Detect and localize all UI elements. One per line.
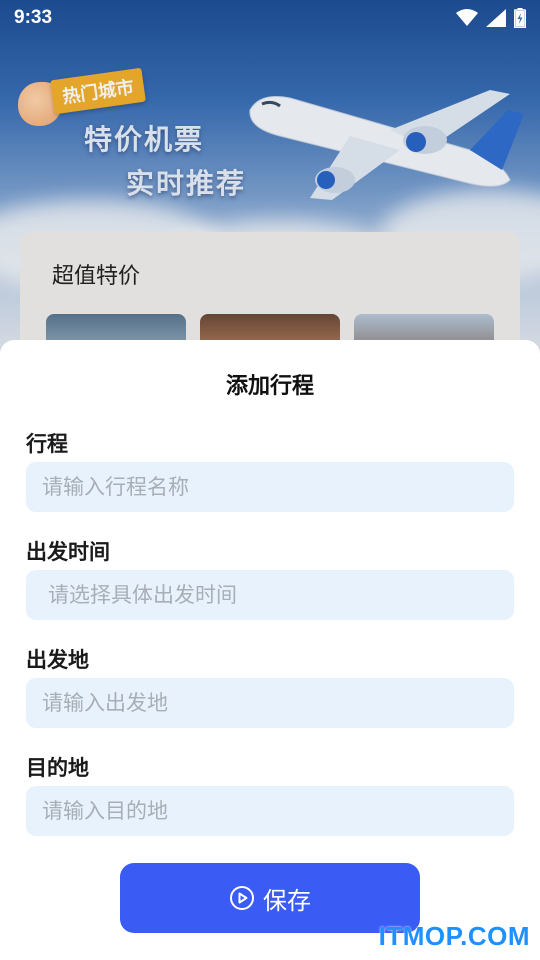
departure-place-label: 出发地 (26, 648, 89, 672)
status-time: 9:33 (14, 7, 53, 28)
save-button-label: 保存 (263, 886, 311, 915)
trip-name-label: 行程 (26, 432, 68, 456)
destination-label: 目的地 (26, 756, 89, 780)
departure-place-input[interactable] (26, 678, 514, 728)
watermark: ITMOP.COM (378, 921, 530, 951)
departure-time-label: 出发时间 (26, 540, 110, 564)
destination-input[interactable] (26, 786, 514, 836)
status-bar: 9:33 (0, 0, 540, 36)
sheet-title: 添加行程 (225, 374, 314, 399)
battery-charging-icon (514, 8, 526, 28)
save-button[interactable]: 保存 (120, 863, 420, 933)
wifi-icon (456, 9, 478, 26)
cell-signal-icon (486, 9, 506, 27)
play-circle-icon (230, 886, 254, 910)
departure-time-input[interactable] (26, 570, 514, 620)
add-trip-sheet: 添加行程 行程 出发时间 出发地 目的地 保存 (0, 340, 540, 960)
trip-name-input[interactable] (26, 462, 514, 512)
